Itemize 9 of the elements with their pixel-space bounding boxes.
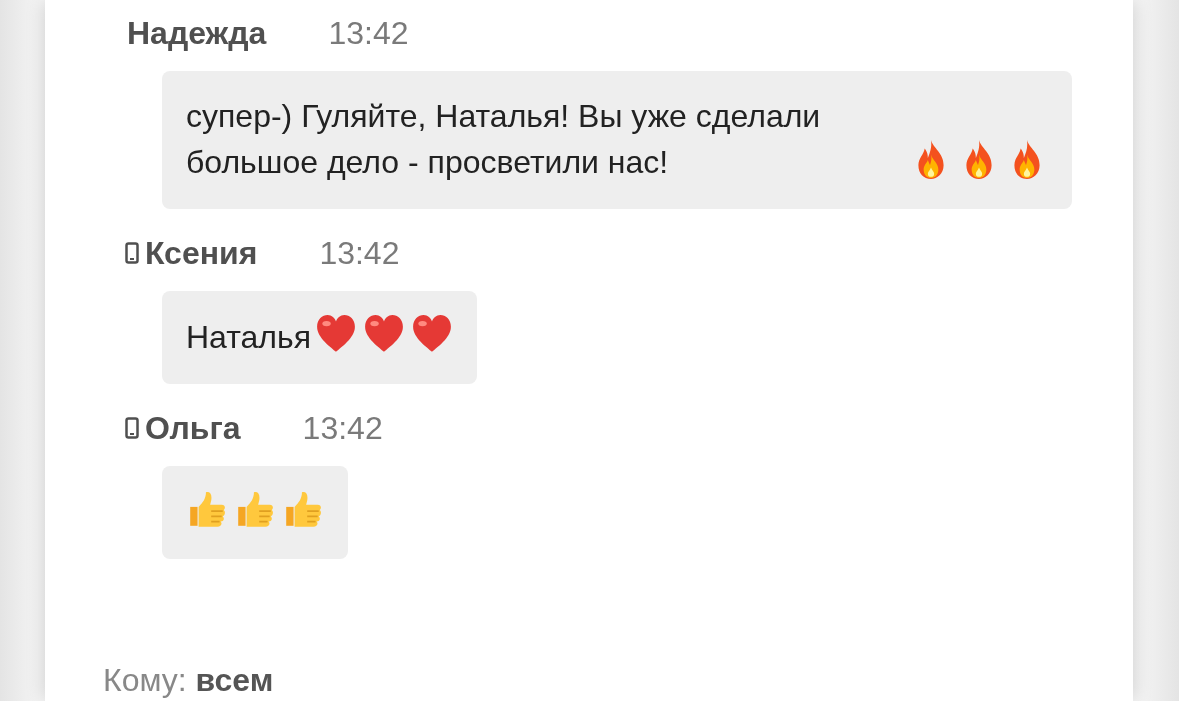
message-time: 13:42 — [319, 234, 400, 272]
message-text: супер-) Гуляйте, Наталья! Вы уже сделали большое дело - просветили нас! — [186, 97, 822, 182]
message-time: 13:42 — [302, 409, 383, 447]
recipient-label: Кому: всем — [103, 662, 275, 699]
author-name: Надежда — [127, 14, 267, 52]
author-name: Ольга — [145, 409, 241, 447]
message-time: 13:42 — [328, 14, 409, 52]
author-name: Ксения — [145, 234, 258, 272]
message-text: Наталья — [186, 318, 311, 357]
